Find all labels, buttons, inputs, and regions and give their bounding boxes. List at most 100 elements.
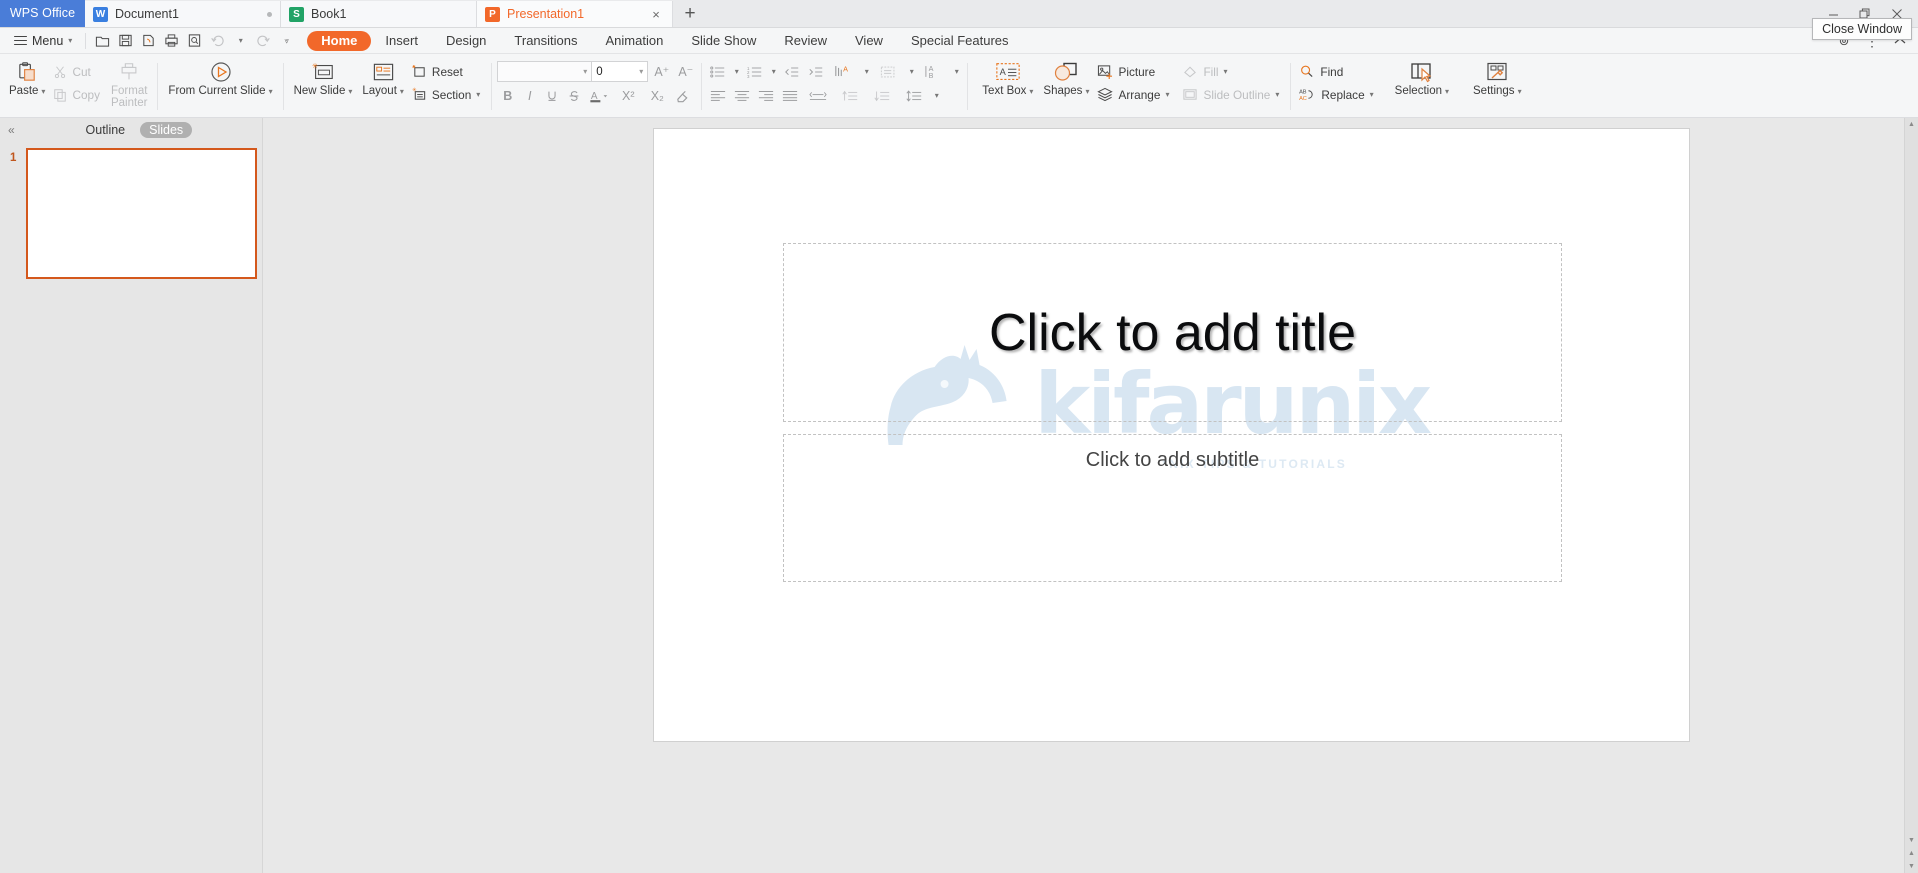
font-family-input[interactable]: ▾ <box>497 61 593 82</box>
strikethrough-button[interactable] <box>563 86 584 106</box>
chevron-down-icon[interactable]: ▾ <box>639 67 643 76</box>
bold-button[interactable]: B <box>497 86 518 106</box>
layout-label: Layout <box>362 85 397 97</box>
text-box-label: Text Box <box>982 85 1027 97</box>
slide-thumbnail-list[interactable]: 1 <box>0 142 262 873</box>
svg-text:AB: AB <box>1299 90 1307 96</box>
align-text-dropdown-icon[interactable]: ▾ <box>906 62 917 81</box>
subscript-button[interactable]: X₂ <box>643 86 671 106</box>
replace-button[interactable]: AB AC Replace ▾ <box>1296 84 1379 105</box>
align-right-button[interactable] <box>755 86 777 105</box>
text-direction-dropdown-icon[interactable]: ▾ <box>861 62 872 81</box>
numbered-list-dropdown-icon[interactable]: ▾ <box>768 62 779 81</box>
divider <box>491 63 493 110</box>
slide-canvas-area[interactable]: kifarunix *NIX TIPS & TUTORIALS Click to… <box>263 118 1918 873</box>
side-tab-outline[interactable]: Outline <box>77 122 135 138</box>
reset-button[interactable]: Reset <box>409 61 486 82</box>
document-tab-presentation1[interactable]: P Presentation1 × <box>477 1 673 27</box>
text-box-button[interactable]: A Text Box ▾ <box>977 56 1038 98</box>
print-icon[interactable] <box>160 30 183 52</box>
new-tab-button[interactable]: + <box>673 1 707 27</box>
settings-button[interactable]: Settings ▾ <box>1468 56 1527 98</box>
spreadsheet-icon: S <box>289 6 304 22</box>
collapse-panel-icon[interactable]: « <box>8 123 15 137</box>
print-preview-icon[interactable] <box>137 30 160 52</box>
clear-formatting-icon[interactable] <box>672 86 693 106</box>
title-placeholder[interactable]: Click to add title <box>783 243 1562 422</box>
line-spacing-button[interactable] <box>899 86 929 105</box>
settings-icon <box>1485 59 1509 85</box>
line-spacing-dropdown-icon[interactable]: ▾ <box>931 86 942 105</box>
vertical-scrollbar[interactable]: ▲ ▼ ▲ ▼ <box>1904 118 1918 873</box>
decrease-indent-button[interactable] <box>781 62 803 81</box>
shrink-font-button[interactable]: A⁻ <box>675 62 696 82</box>
wps-office-logo[interactable]: WPS Office <box>0 0 85 27</box>
shapes-button[interactable]: Shapes ▾ <box>1038 56 1094 98</box>
decrease-paragraph-spacing-button[interactable] <box>835 86 865 105</box>
settings-label: Settings <box>1473 85 1515 97</box>
increase-paragraph-spacing-button[interactable] <box>867 86 897 105</box>
next-slide-icon[interactable]: ▼ <box>1905 860 1918 873</box>
increase-indent-button[interactable] <box>805 62 827 81</box>
subtitle-placeholder[interactable]: Click to add subtitle <box>783 434 1562 582</box>
selection-pane-icon <box>1409 59 1435 85</box>
paste-button[interactable]: Paste ▾ <box>4 56 50 98</box>
chevron-down-icon[interactable]: ▾ <box>583 67 587 76</box>
close-tab-icon[interactable]: × <box>648 6 664 22</box>
ribbon-tab-review[interactable]: Review <box>770 31 841 51</box>
justify-button[interactable] <box>779 86 801 105</box>
ribbon-tab-home[interactable]: Home <box>307 30 372 51</box>
ribbon-tab-special-features[interactable]: Special Features <box>897 31 1023 51</box>
ribbon-tab-view[interactable]: View <box>841 31 897 51</box>
distribute-text-button[interactable] <box>803 86 833 105</box>
ribbon-tab-animation[interactable]: Animation <box>592 31 678 51</box>
scroll-down-icon[interactable]: ▼ <box>1905 834 1918 847</box>
font-controls-row: ▾ 0 ▾ A⁺ A⁻ <box>497 61 696 82</box>
superscript-button[interactable]: X² <box>614 86 642 106</box>
document-tab-document1[interactable]: W Document1 <box>85 1 281 27</box>
section-button[interactable]: ✳ Section ▾ <box>409 84 486 105</box>
main-menu-button[interactable]: Menu ▾ <box>6 30 80 52</box>
new-slide-button[interactable]: ✳ New Slide ▾ <box>289 56 358 98</box>
grow-font-button[interactable]: A⁺ <box>651 62 672 82</box>
ribbon-tab-slide-show[interactable]: Slide Show <box>677 31 770 51</box>
text-orientation-button[interactable]: AB <box>919 62 949 81</box>
text-orientation-dropdown-icon[interactable]: ▾ <box>951 62 962 81</box>
save-icon[interactable] <box>114 30 137 52</box>
document-tab-book1[interactable]: S Book1 <box>281 1 477 27</box>
underline-button[interactable] <box>541 86 562 106</box>
bullet-list-button[interactable] <box>707 62 729 81</box>
find-button[interactable]: Find <box>1296 61 1379 82</box>
layout-button[interactable]: Layout ▾ <box>357 56 409 98</box>
undo-dropdown-icon: ▾ <box>238 36 243 45</box>
slide-canvas[interactable]: kifarunix *NIX TIPS & TUTORIALS Click to… <box>653 128 1690 742</box>
from-current-slide-button[interactable]: From Current Slide ▾ <box>163 56 277 98</box>
previous-slide-icon[interactable]: ▲ <box>1905 847 1918 860</box>
divider <box>282 63 284 110</box>
font-size-input[interactable]: 0 ▾ <box>592 61 649 82</box>
document-tab-bar: WPS Office W Document1 S Book1 P Present… <box>0 0 1918 28</box>
text-direction-button[interactable]: A <box>829 62 859 81</box>
italic-button[interactable]: I <box>519 86 540 106</box>
ribbon-tab-insert[interactable]: Insert <box>371 31 432 51</box>
numbered-list-button[interactable]: 123 <box>744 62 766 81</box>
align-text-button[interactable] <box>874 62 904 81</box>
font-color-button[interactable]: A <box>585 86 613 106</box>
arrange-button[interactable]: Arrange ▾ <box>1094 84 1175 105</box>
svg-text:A: A <box>843 65 848 74</box>
ribbon-tab-design[interactable]: Design <box>432 31 500 51</box>
selection-button[interactable]: Selection ▾ <box>1390 56 1454 98</box>
bullet-list-dropdown-icon[interactable]: ▾ <box>731 62 742 81</box>
list-item[interactable]: 1 <box>0 148 262 279</box>
slide-thumbnail[interactable] <box>26 148 257 279</box>
side-tab-slides[interactable]: Slides <box>140 122 193 138</box>
find-icon[interactable] <box>183 30 206 52</box>
scroll-up-icon[interactable]: ▲ <box>1905 118 1918 131</box>
picture-button[interactable]: Picture <box>1094 61 1175 82</box>
align-center-button[interactable] <box>731 86 753 105</box>
ribbon-tab-transitions[interactable]: Transitions <box>500 31 591 51</box>
divider <box>85 32 87 49</box>
align-left-button[interactable] <box>707 86 729 105</box>
new-icon[interactable] <box>91 30 114 52</box>
customize-quick-access-icon[interactable]: ⩔ <box>275 30 298 52</box>
